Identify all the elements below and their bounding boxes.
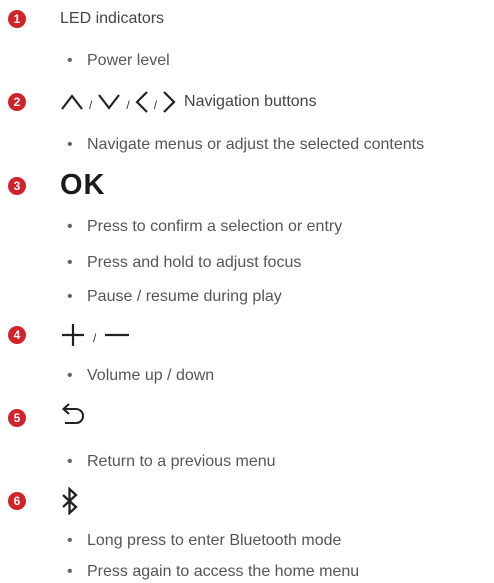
item-4-heading: / <box>60 322 131 348</box>
number-badge-3: 3 <box>8 177 26 195</box>
list-item: • Return to a previous menu <box>67 453 276 470</box>
number-badge-2: 2 <box>8 93 26 111</box>
number-badge-6: 6 <box>8 492 26 510</box>
led-indicators-label: LED indicators <box>60 10 165 27</box>
navigation-buttons-label: Navigation buttons <box>184 93 317 110</box>
list-item: • Press to confirm a selection or entry <box>67 218 343 235</box>
number-badge-4: 4 <box>8 326 26 344</box>
number-badge-5: 5 <box>8 409 26 427</box>
list-item: • Navigate menus or adjust the selected c… <box>67 136 425 153</box>
list-item: • Pause / resume during play <box>67 288 282 305</box>
number-badge-1: 1 <box>8 10 26 28</box>
item-2-heading: / / / Navigation buttons <box>60 88 317 116</box>
item-3-heading: OK <box>60 167 106 203</box>
list-item: • Press again to access the home menu <box>67 563 360 580</box>
back-arrow-icon <box>60 403 86 431</box>
chevron-left-icon <box>135 90 149 114</box>
plus-icon <box>60 322 86 348</box>
chevron-up-icon <box>60 93 84 111</box>
list-item: • Volume up / down <box>67 367 215 384</box>
item-5-heading <box>60 402 86 432</box>
chevron-down-icon <box>97 93 121 111</box>
list-item: • Press and hold to adjust focus <box>67 254 302 271</box>
bluetooth-icon <box>60 487 80 515</box>
item-6-heading <box>60 486 80 516</box>
minus-icon <box>103 322 131 348</box>
chevron-right-icon <box>162 90 176 114</box>
list-item: • Long press to enter Bluetooth mode <box>67 532 342 549</box>
list-item: • Power level <box>67 52 170 69</box>
item-1-heading: LED indicators <box>60 8 164 30</box>
ok-label: OK <box>60 168 106 201</box>
